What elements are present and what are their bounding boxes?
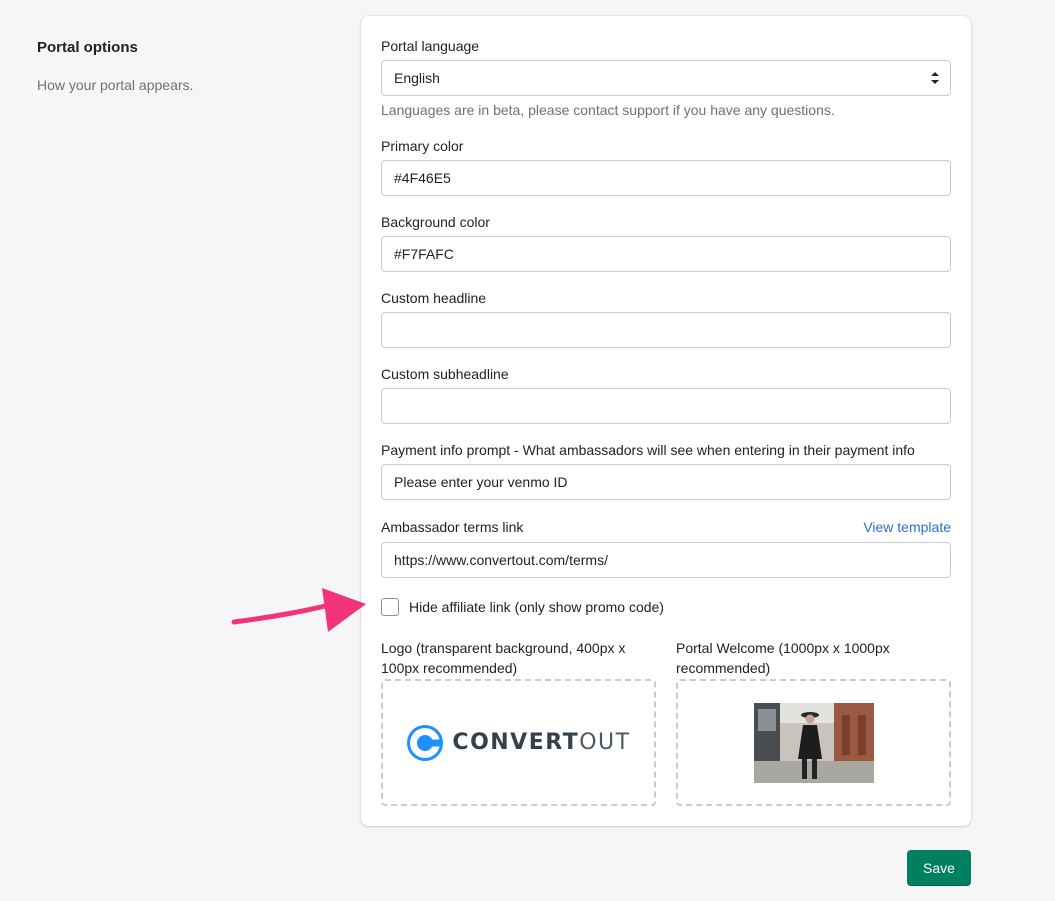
convertout-logo-text: CONVERTOUT — [452, 730, 631, 755]
custom-subheadline-input[interactable] — [381, 388, 951, 424]
portal-welcome-dropzone[interactable] — [676, 679, 951, 806]
custom-headline-label: Custom headline — [381, 290, 487, 306]
portal-language-label: Portal language — [381, 38, 480, 54]
hide-affiliate-link-row[interactable]: Hide affiliate link (only show promo cod… — [381, 598, 664, 616]
logo-upload-label: Logo (transparent background, 400px x 10… — [381, 640, 626, 676]
convertout-logo: CONVERTOUT — [406, 724, 630, 762]
custom-subheadline-label: Custom subheadline — [381, 366, 509, 382]
background-color-label: Background color — [381, 214, 490, 230]
hide-affiliate-link-checkbox[interactable] — [381, 598, 399, 616]
ambassador-terms-input[interactable]: https://www.convertout.com/terms/ — [381, 542, 951, 578]
convertout-logo-icon — [407, 724, 444, 761]
save-button[interactable]: Save — [907, 850, 971, 886]
select-arrows-icon — [931, 72, 939, 84]
payment-info-prompt-input[interactable]: Please enter your venmo ID — [381, 464, 951, 500]
portal-options-card: Portal language English Languages are in… — [361, 16, 971, 826]
primary-color-label: Primary color — [381, 138, 464, 154]
view-template-link[interactable]: View template — [863, 519, 951, 535]
custom-headline-input[interactable] — [381, 312, 951, 348]
annotation-arrow-icon — [231, 588, 366, 632]
portal-welcome-upload-label: Portal Welcome (1000px x 1000px recommen… — [676, 640, 890, 676]
payment-info-prompt-value: Please enter your venmo ID — [394, 474, 568, 490]
portal-language-help: Languages are in beta, please contact su… — [381, 102, 835, 118]
section-heading: Portal options — [37, 39, 138, 56]
primary-color-input[interactable]: #4F46E5 — [381, 160, 951, 196]
background-color-input[interactable]: #F7FAFC — [381, 236, 951, 272]
logo-dropzone[interactable]: CONVERTOUT — [381, 679, 656, 806]
primary-color-value: #4F46E5 — [394, 170, 451, 186]
payment-info-prompt-label: Payment info prompt - What ambassadors w… — [381, 442, 915, 458]
portal-language-value: English — [394, 70, 440, 86]
portal-welcome-photo — [753, 702, 874, 783]
ambassador-terms-value: https://www.convertout.com/terms/ — [394, 552, 608, 568]
background-color-value: #F7FAFC — [394, 246, 454, 262]
ambassador-terms-label: Ambassador terms link — [381, 519, 524, 535]
hide-affiliate-link-label: Hide affiliate link (only show promo cod… — [409, 599, 664, 615]
portal-language-select[interactable]: English — [381, 60, 951, 96]
section-description: How your portal appears. — [37, 77, 194, 93]
